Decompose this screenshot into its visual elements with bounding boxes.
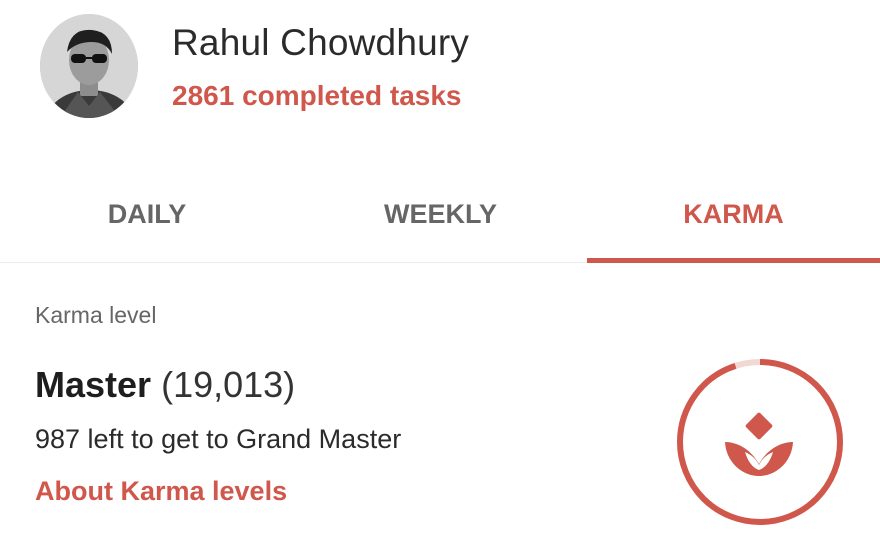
karma-level-line: Master (19,013)	[35, 364, 295, 406]
avatar[interactable]	[40, 14, 138, 118]
avatar-photo	[40, 14, 138, 118]
tab-karma[interactable]: KARMA	[587, 172, 880, 263]
karma-level-label: Karma level	[35, 302, 157, 328]
karma-lotus-icon	[725, 412, 793, 476]
completed-tasks-count: 2861 completed tasks	[172, 80, 462, 111]
tab-bar: DAILY WEEKLY KARMA	[0, 172, 880, 263]
karma-level-name: Master	[35, 364, 152, 405]
profile-header: Rahul Chowdhury 2861 completed tasks	[0, 0, 880, 150]
about-karma-levels-link[interactable]: About Karma levels	[35, 476, 287, 507]
karma-remaining-text: 987 left to get to Grand Master	[35, 424, 402, 454]
tab-weekly[interactable]: WEEKLY	[294, 172, 587, 262]
user-name: Rahul Chowdhury	[172, 22, 470, 63]
karma-progress-badge	[670, 352, 850, 532]
tab-daily[interactable]: DAILY	[0, 172, 294, 262]
karma-points: (19,013)	[161, 364, 296, 405]
karma-progress-ring	[677, 359, 843, 525]
progress-ring-fill	[677, 359, 843, 525]
